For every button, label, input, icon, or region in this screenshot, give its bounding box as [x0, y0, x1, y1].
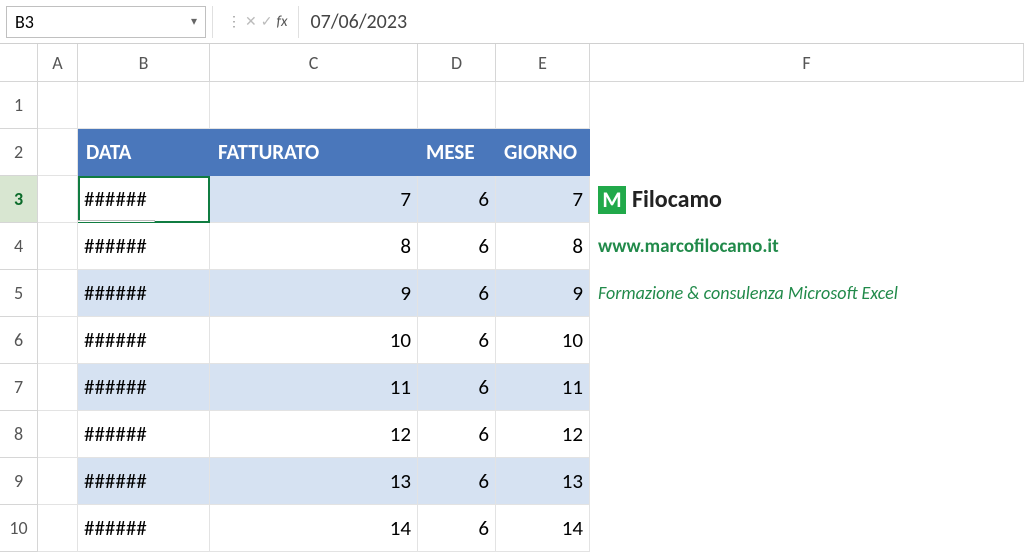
cell-b5[interactable]: ###### — [78, 270, 210, 317]
cell-a8[interactable] — [38, 411, 78, 458]
row-header[interactable]: 1 — [0, 82, 38, 129]
formula-buttons: ⋮ ✕ ✓ fx — [212, 6, 299, 38]
cell-e7[interactable]: 11 — [496, 364, 590, 411]
cell-f7[interactable] — [590, 364, 1024, 411]
cell-d1[interactable] — [418, 82, 496, 129]
cell-d5[interactable]: 6 — [418, 270, 496, 317]
spreadsheet-grid: A B C D E F 1 2 DATA FATTURATO MESE GIOR… — [0, 44, 1024, 552]
cell-d8[interactable]: 6 — [418, 411, 496, 458]
row-header[interactable]: 8 — [0, 411, 38, 458]
cell-d10[interactable]: 6 — [418, 505, 496, 552]
col-header-f[interactable]: F — [590, 44, 1024, 82]
cell-f8[interactable] — [590, 411, 1024, 458]
cell-e8[interactable]: 12 — [496, 411, 590, 458]
cell-a4[interactable] — [38, 223, 78, 270]
brand-tagline: Formazione & consulenza Microsoft Excel — [598, 270, 898, 317]
cell-a3[interactable] — [38, 176, 78, 223]
select-all-corner[interactable] — [0, 44, 38, 82]
cell-e9[interactable]: 13 — [496, 458, 590, 505]
cell-d7[interactable]: 6 — [418, 364, 496, 411]
table-header-fatturato[interactable]: FATTURATO — [210, 129, 418, 176]
cell-a9[interactable] — [38, 458, 78, 505]
cell-tooltip: 07/06/2023 — [78, 220, 155, 223]
cell-e3[interactable]: 7 — [496, 176, 590, 223]
col-header-c[interactable]: C — [210, 44, 418, 82]
cell-c5[interactable]: 9 — [210, 270, 418, 317]
row-header[interactable]: 2 — [0, 129, 38, 176]
cell-c4[interactable]: 8 — [210, 223, 418, 270]
cell-d3[interactable]: 6 — [418, 176, 496, 223]
cell-a6[interactable] — [38, 317, 78, 364]
formula-bar: B3 ▾ ⋮ ✕ ✓ fx 07/06/2023 — [0, 0, 1024, 44]
cell-b8[interactable]: ###### — [78, 411, 210, 458]
cell-f1[interactable] — [590, 82, 1024, 129]
cell-f6[interactable] — [590, 317, 1024, 364]
brand-url-cell[interactable]: www.marcofilocamo.it — [590, 223, 1024, 270]
cell-c1[interactable] — [210, 82, 418, 129]
chevron-down-icon[interactable]: ▾ — [191, 14, 197, 29]
table-header-giorno[interactable]: GIORNO — [496, 129, 590, 176]
table-header-mese[interactable]: MESE — [418, 129, 496, 176]
cell-e1[interactable] — [496, 82, 590, 129]
cell-c8[interactable]: 12 — [210, 411, 418, 458]
fx-icon[interactable]: fx — [276, 13, 287, 31]
col-header-a[interactable]: A — [38, 44, 78, 82]
brand-url: www.marcofilocamo.it — [598, 223, 779, 270]
cell-b6[interactable]: ###### — [78, 317, 210, 364]
brand-m-icon: M — [598, 186, 626, 214]
row-header[interactable]: 10 — [0, 505, 38, 552]
cell-b4[interactable]: ###### — [78, 223, 210, 270]
row-header[interactable]: 7 — [0, 364, 38, 411]
cell-c6[interactable]: 10 — [210, 317, 418, 364]
brand-name: Filocamo — [632, 176, 722, 223]
col-header-e[interactable]: E — [496, 44, 590, 82]
cell-a2[interactable] — [38, 129, 78, 176]
cell-a10[interactable] — [38, 505, 78, 552]
cell-e4[interactable]: 8 — [496, 223, 590, 270]
cell-f10[interactable] — [590, 505, 1024, 552]
cell-f9[interactable] — [590, 458, 1024, 505]
cell-e10[interactable]: 14 — [496, 505, 590, 552]
cancel-icon[interactable]: ✕ — [245, 13, 257, 30]
cell-a5[interactable] — [38, 270, 78, 317]
cell-b3[interactable]: ###### 07/06/2023 — [78, 176, 210, 223]
row-header[interactable]: 3 — [0, 176, 38, 223]
row-header[interactable]: 5 — [0, 270, 38, 317]
row-header[interactable]: 6 — [0, 317, 38, 364]
row-header[interactable]: 9 — [0, 458, 38, 505]
formula-input[interactable]: 07/06/2023 — [299, 10, 1024, 34]
cell-d6[interactable]: 6 — [418, 317, 496, 364]
enter-icon[interactable]: ✓ — [261, 13, 273, 30]
name-box[interactable]: B3 ▾ — [6, 6, 206, 38]
brand-tag-cell[interactable]: Formazione & consulenza Microsoft Excel — [590, 270, 1024, 317]
name-box-value: B3 — [15, 11, 34, 33]
cell-e5[interactable]: 9 — [496, 270, 590, 317]
cell-c10[interactable]: 14 — [210, 505, 418, 552]
cell-e6[interactable]: 10 — [496, 317, 590, 364]
formula-value: 07/06/2023 — [311, 10, 408, 34]
cell-c7[interactable]: 11 — [210, 364, 418, 411]
cell-a1[interactable] — [38, 82, 78, 129]
cell-b10[interactable]: ###### — [78, 505, 210, 552]
col-header-b[interactable]: B — [78, 44, 210, 82]
col-header-d[interactable]: D — [418, 44, 496, 82]
cell-b7[interactable]: ###### — [78, 364, 210, 411]
cell-f2[interactable] — [590, 129, 1024, 176]
row-header[interactable]: 4 — [0, 223, 38, 270]
cell-b9[interactable]: ###### — [78, 458, 210, 505]
cell-c9[interactable]: 13 — [210, 458, 418, 505]
cell-d9[interactable]: 6 — [418, 458, 496, 505]
more-icon[interactable]: ⋮ — [227, 13, 241, 30]
cell-value: ###### — [84, 186, 147, 212]
cell-c3[interactable]: 7 — [210, 176, 418, 223]
cell-d4[interactable]: 6 — [418, 223, 496, 270]
table-header-data[interactable]: DATA — [78, 129, 210, 176]
cell-b1[interactable] — [78, 82, 210, 129]
cell-a7[interactable] — [38, 364, 78, 411]
brand-logo-cell[interactable]: M Filocamo — [590, 176, 1024, 223]
